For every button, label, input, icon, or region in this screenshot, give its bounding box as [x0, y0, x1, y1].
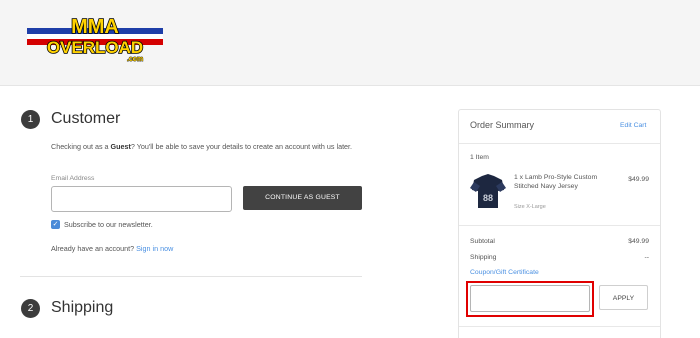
coupon-gift-certificate-link[interactable]: Coupon/Gift Certificate	[470, 269, 539, 276]
section-divider	[20, 276, 362, 277]
site-header: MMA OVERLOAD .com	[0, 0, 700, 86]
jersey-thumbnail: 88	[468, 172, 508, 210]
summary-divider	[459, 225, 660, 226]
summary-divider	[459, 326, 660, 327]
svg-text:88: 88	[483, 193, 493, 203]
order-summary-title: Order Summary	[470, 120, 535, 130]
summary-divider	[459, 143, 660, 144]
sign-in-link[interactable]: Sign in now	[136, 244, 173, 253]
item-size: Size X-Large	[514, 204, 546, 210]
customer-title: Customer	[51, 110, 121, 127]
svg-text:OVERLOAD: OVERLOAD	[47, 38, 143, 57]
item-price: $49.99	[628, 176, 649, 183]
svg-text:.com: .com	[127, 56, 143, 63]
shipping-title: Shipping	[51, 299, 114, 316]
brand-logo[interactable]: MMA OVERLOAD .com	[27, 11, 163, 63]
email-field[interactable]	[51, 186, 232, 212]
email-label: Email Address	[51, 175, 95, 182]
step-number-customer: 1	[21, 110, 40, 129]
continue-as-guest-button[interactable]: CONTINUE AS GUEST	[243, 186, 362, 210]
apply-coupon-button[interactable]: APPLY	[599, 285, 648, 310]
shipping-value: --	[644, 254, 649, 261]
subtotal-label: Subtotal	[470, 238, 495, 245]
edit-cart-link[interactable]: Edit Cart	[620, 122, 646, 129]
step-number-shipping: 2	[21, 299, 40, 318]
item-count: 1 Item	[470, 154, 489, 161]
signin-prompt: Already have an account? Sign in now	[51, 244, 174, 253]
subtotal-value: $49.99	[628, 238, 649, 245]
svg-text:MMA: MMA	[71, 16, 119, 38]
guest-intro-text: Checking out as a Guest? You'll be able …	[51, 142, 353, 151]
newsletter-label: Subscribe to our newsletter.	[64, 220, 153, 229]
coupon-code-input[interactable]	[470, 285, 590, 312]
item-name: 1 x Lamb Pro-Style Custom Stitched Navy …	[514, 174, 598, 190]
newsletter-checkbox[interactable]: ✓	[51, 220, 60, 229]
shipping-label: Shipping	[470, 254, 497, 261]
